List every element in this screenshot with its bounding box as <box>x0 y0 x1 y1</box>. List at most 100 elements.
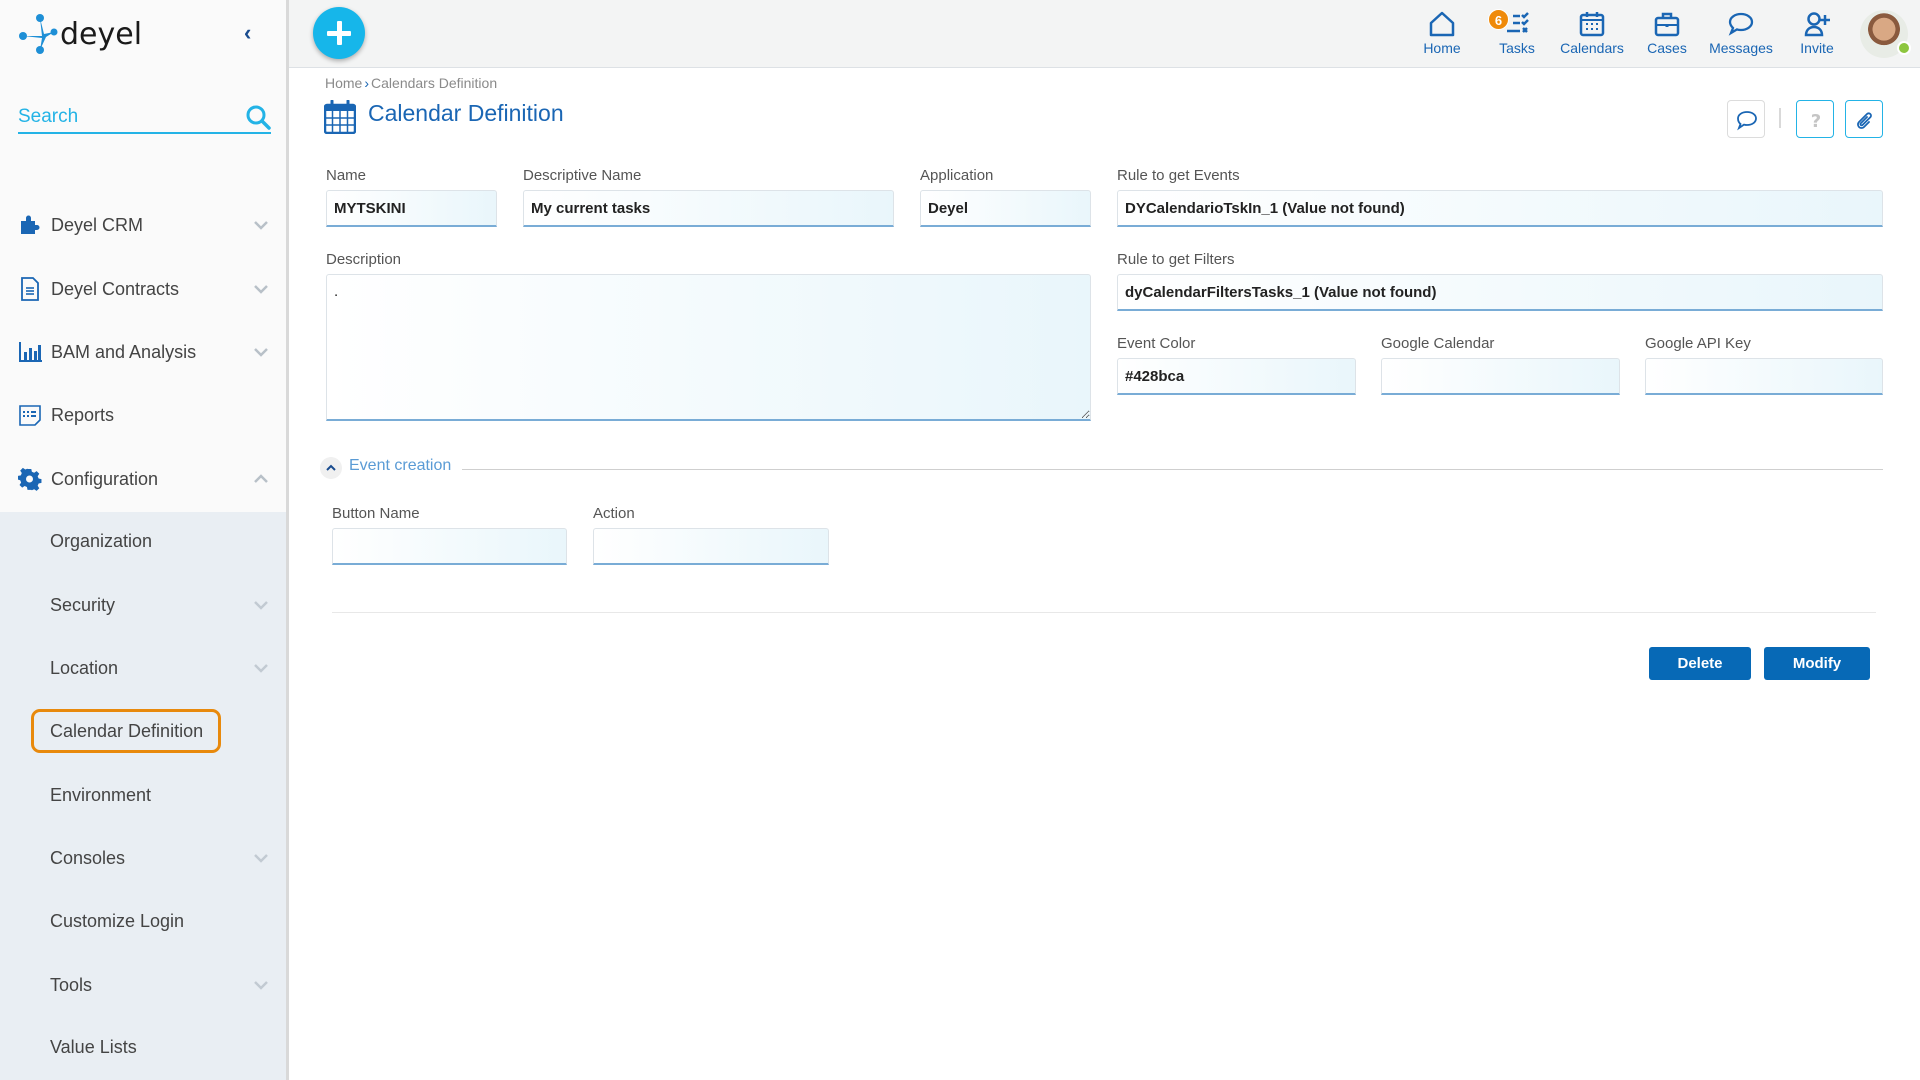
form-divider <box>332 612 1876 613</box>
google-api-key-field[interactable] <box>1645 358 1883 395</box>
sidebar-item-tools[interactable]: Tools <box>0 961 286 1009</box>
chevron-down-icon <box>254 854 268 863</box>
sidebar-item-configuration[interactable]: Configuration <box>0 455 286 503</box>
topnav-invite[interactable]: Invite <box>1777 10 1857 58</box>
action-field[interactable] <box>593 528 829 565</box>
topnav-label: Calendars <box>1560 40 1624 56</box>
sidebar-item-deyel-crm[interactable]: Deyel CRM <box>0 201 286 249</box>
help-icon: ? <box>1811 111 1821 131</box>
chevron-down-icon <box>254 221 268 230</box>
sidebar-item-label: Configuration <box>51 468 159 489</box>
paperclip-icon <box>1857 112 1872 129</box>
sidebar-item-security[interactable]: Security <box>0 581 286 629</box>
document-icon <box>21 277 39 301</box>
help-button[interactable]: ? <box>1796 100 1834 138</box>
search-input[interactable] <box>18 104 238 130</box>
sidebar-item-organization[interactable]: Organization <box>0 517 286 565</box>
sidebar-item-label: Consoles <box>50 847 126 868</box>
breadcrumb-separator: › <box>364 75 370 91</box>
chevron-down-icon <box>254 664 268 673</box>
calendar-icon <box>324 100 356 134</box>
sidebar-item-bam-analysis[interactable]: BAM and Analysis <box>0 328 286 376</box>
sidebar-item-label: Calendar Definition <box>50 720 204 741</box>
sidebar-item-calendar-definition[interactable]: Calendar Definition <box>0 707 286 755</box>
sidebar-item-label: Tools <box>50 974 93 995</box>
calendar-icon <box>1579 12 1605 37</box>
topnav-label: Cases <box>1647 40 1687 56</box>
collapse-sidebar-button[interactable]: ‹ <box>244 20 264 45</box>
sidebar-item-label: Environment <box>50 784 152 805</box>
topnav-messages[interactable]: Messages <box>1701 10 1781 58</box>
briefcase-icon <box>1654 12 1680 37</box>
sidebar-item-customize-login[interactable]: Customize Login <box>0 897 286 945</box>
button-name-field[interactable] <box>332 528 567 565</box>
rule-filters-field[interactable] <box>1117 274 1883 311</box>
comment-button[interactable] <box>1727 100 1765 138</box>
topnav-label: Home <box>1423 40 1461 56</box>
delete-button[interactable]: Delete <box>1649 647 1751 680</box>
topnav-cases[interactable]: Cases <box>1627 10 1707 58</box>
sidebar-item-label: Deyel CRM <box>51 214 144 235</box>
sidebar-item-reports[interactable]: Reports <box>0 391 286 439</box>
sidebar-item-label: Organization <box>50 530 153 551</box>
chat-icon <box>1737 111 1757 131</box>
search-icon[interactable] <box>245 104 271 130</box>
online-status-indicator <box>1897 41 1911 55</box>
sidebar-item-consoles[interactable]: Consoles <box>0 834 286 882</box>
sidebar-item-label: Value Lists <box>50 1036 137 1057</box>
rule-filters-label: Rule to get Filters <box>1117 251 1235 268</box>
description-field[interactable]: . <box>326 274 1091 421</box>
descriptive-name-field[interactable] <box>523 190 894 227</box>
breadcrumb: Home › Calendars Definition <box>325 75 497 91</box>
svg-text:?: ? <box>1811 111 1821 131</box>
sidebar-item-label: Location <box>50 657 119 678</box>
sidebar: deyel ‹ Deyel CRM Deyel Contracts BAM an… <box>0 0 289 1080</box>
sidebar-item-value-lists[interactable]: Value Lists <box>0 1023 286 1071</box>
rule-events-field[interactable] <box>1117 190 1883 227</box>
gear-icon <box>18 467 42 491</box>
name-label: Name <box>326 167 367 184</box>
chevron-down-icon <box>254 285 268 294</box>
breadcrumb-home[interactable]: Home <box>325 75 362 91</box>
puzzle-icon <box>21 215 40 234</box>
description-label: Description <box>326 251 402 268</box>
topnav-label: Messages <box>1709 40 1773 56</box>
topnav-label: Invite <box>1800 40 1834 56</box>
sidebar-item-label: Deyel Contracts <box>51 278 180 299</box>
sidebar-item-environment[interactable]: Environment <box>0 771 286 819</box>
google-calendar-label: Google Calendar <box>1381 335 1495 352</box>
sidebar-search <box>18 102 271 134</box>
event-creation-section-title[interactable]: Event creation <box>349 457 451 475</box>
action-label: Action <box>593 505 635 522</box>
svg-text:deyel: deyel <box>60 17 142 52</box>
topnav-home[interactable]: Home <box>1402 10 1482 58</box>
attach-button[interactable] <box>1845 100 1883 138</box>
chevron-down-icon <box>254 601 268 610</box>
section-collapse-toggle[interactable] <box>320 457 342 479</box>
name-field[interactable] <box>326 190 497 227</box>
chevron-down-icon <box>254 348 268 357</box>
bar-chart-icon <box>19 342 42 362</box>
rule-events-label: Rule to get Events <box>1117 167 1240 184</box>
add-button[interactable] <box>313 7 365 59</box>
report-icon <box>19 405 41 426</box>
topnav-calendars[interactable]: Calendars <box>1552 10 1632 58</box>
application-field[interactable] <box>920 190 1091 227</box>
event-color-label: Event Color <box>1117 335 1196 352</box>
application-label: Application <box>920 167 994 184</box>
google-calendar-field[interactable] <box>1381 358 1620 395</box>
header-divider <box>1779 108 1781 128</box>
deyel-logo[interactable]: deyel <box>18 10 193 56</box>
chevron-up-icon <box>326 464 336 471</box>
chat-icon <box>1728 12 1754 36</box>
page-title: Calendar Definition <box>368 100 564 126</box>
sidebar-item-location[interactable]: Location <box>0 644 286 692</box>
descriptive-name-label: Descriptive Name <box>523 167 642 184</box>
sidebar-item-label: BAM and Analysis <box>51 341 197 362</box>
section-divider <box>462 469 1883 470</box>
modify-button[interactable]: Modify <box>1764 647 1870 680</box>
sidebar-item-deyel-contracts[interactable]: Deyel Contracts <box>0 265 286 313</box>
breadcrumb-current[interactable]: Calendars Definition <box>371 75 497 91</box>
event-color-field[interactable] <box>1117 358 1356 395</box>
add-user-icon <box>1804 12 1830 37</box>
